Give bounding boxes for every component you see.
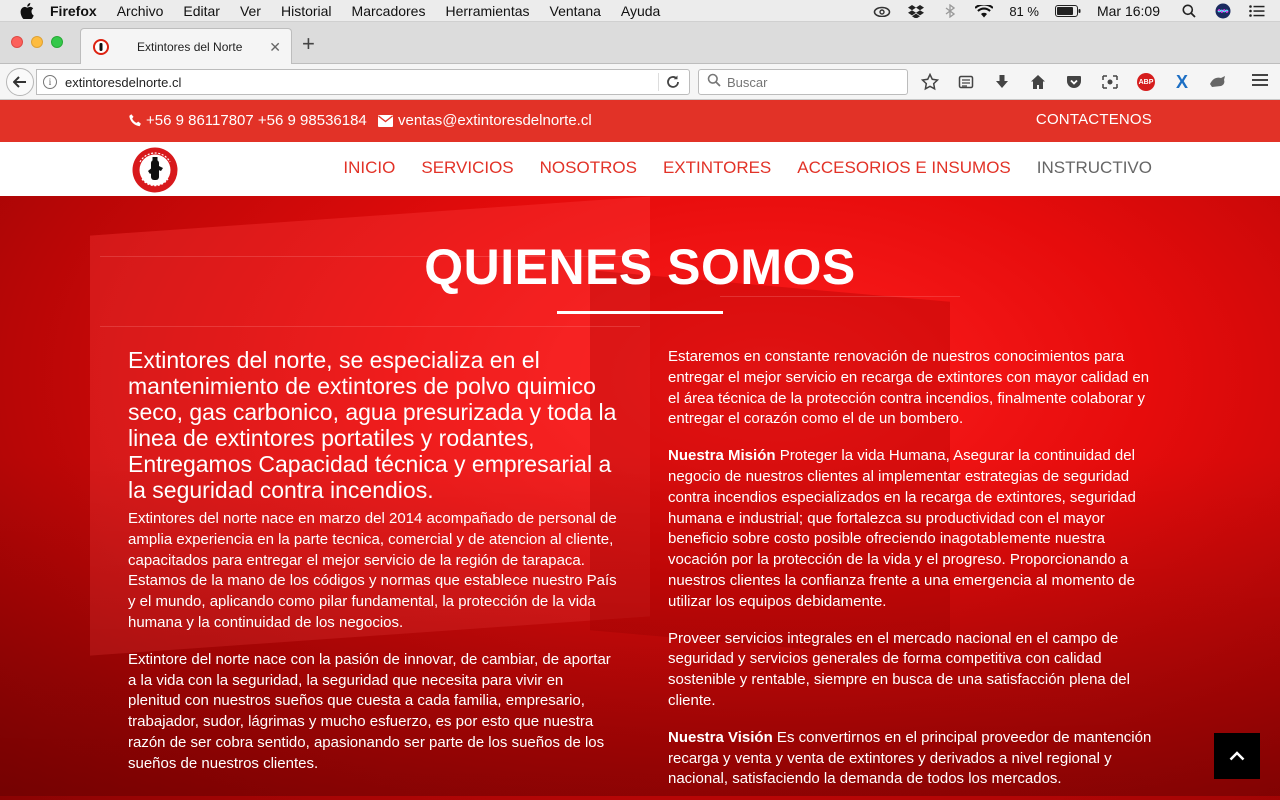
macos-menu-bar: Firefox Archivo Editar Ver Historial Mar… bbox=[0, 0, 1280, 22]
email-contact[interactable]: ventas@extintoresdelnorte.cl bbox=[378, 112, 592, 129]
url-text[interactable]: extintoresdelnorte.cl bbox=[65, 75, 181, 90]
download-icon[interactable] bbox=[990, 70, 1014, 94]
title-underline bbox=[557, 311, 723, 314]
spotlight-icon[interactable] bbox=[1180, 4, 1198, 18]
url-bar-divider bbox=[658, 73, 659, 91]
nav-nosotros[interactable]: NOSOTROS bbox=[540, 158, 637, 178]
tab-title: Extintores del Norte bbox=[137, 39, 243, 54]
renovation-paragraph: Estaremos en constante renovación de nue… bbox=[668, 348, 1150, 428]
phone-numbers: +56 9 86117807 +56 9 98536184 bbox=[146, 112, 367, 129]
search-bar[interactable] bbox=[698, 69, 908, 95]
back-arrow-icon[interactable] bbox=[6, 68, 34, 96]
url-bar[interactable]: i extintoresdelnorte.cl bbox=[36, 69, 690, 95]
apple-icon[interactable] bbox=[18, 2, 36, 20]
section-title: QUIENES SOMOS bbox=[424, 239, 856, 295]
mision-label: Nuestra Misión bbox=[668, 447, 776, 465]
contact-bar: +56 9 86117807 +56 9 98536184 ventas@ext… bbox=[0, 100, 1280, 142]
site-navigation: INICIO SERVICIOS NOSOTROS EXTINTORES ACC… bbox=[0, 142, 1280, 196]
background-line bbox=[100, 326, 640, 327]
quienes-somos-section: QUIENES SOMOS Extintores del norte, se e… bbox=[0, 196, 1280, 800]
left-column: Extintores del norte, se especializa en … bbox=[128, 347, 618, 791]
menu-ventana[interactable]: Ventana bbox=[550, 3, 601, 19]
nav-servicios[interactable]: SERVICIOS bbox=[421, 158, 513, 178]
passion-paragraph: Extintore del norte nace con la pasión d… bbox=[128, 650, 611, 772]
window-close-button[interactable] bbox=[11, 36, 23, 48]
tab-favicon-icon bbox=[93, 38, 109, 55]
x-extension-icon[interactable]: X bbox=[1170, 70, 1194, 94]
email-address: ventas@extintoresdelnorte.cl bbox=[398, 112, 592, 129]
bookmark-star-icon[interactable] bbox=[918, 70, 942, 94]
siri-icon[interactable] bbox=[1214, 3, 1232, 19]
background-line bbox=[720, 296, 960, 297]
menu-historial[interactable]: Historial bbox=[281, 3, 332, 19]
vision-label: Nuestra Visión bbox=[668, 728, 773, 746]
menu-marcadores[interactable]: Marcadores bbox=[352, 3, 426, 19]
nav-extintores[interactable]: EXTINTORES bbox=[663, 158, 771, 178]
services-paragraph: Proveer servicios integrales en el merca… bbox=[668, 629, 1130, 709]
adblock-icon[interactable]: ABP bbox=[1134, 70, 1158, 94]
lead-paragraph: Extintores del norte, se especializa en … bbox=[128, 347, 617, 503]
nav-inicio[interactable]: INICIO bbox=[343, 158, 395, 178]
home-icon[interactable] bbox=[1026, 70, 1050, 94]
search-icon bbox=[707, 73, 721, 92]
new-tab-button[interactable]: + bbox=[302, 33, 315, 55]
mail-icon bbox=[378, 114, 393, 127]
clock[interactable]: Mar 16:09 bbox=[1097, 3, 1160, 19]
main-menu: INICIO SERVICIOS NOSOTROS EXTINTORES ACC… bbox=[317, 158, 1152, 178]
menu-editar[interactable]: Editar bbox=[183, 3, 220, 19]
dropbox-icon[interactable] bbox=[907, 4, 925, 18]
menu-herramientas[interactable]: Herramientas bbox=[445, 3, 529, 19]
mision-text: Proteger la vida Humana, Asegurar la con… bbox=[668, 447, 1136, 610]
logo-icon[interactable] bbox=[131, 146, 179, 194]
search-input[interactable] bbox=[727, 74, 897, 90]
vision-paragraph: Nuestra Visión Es convertirnos en el pri… bbox=[668, 728, 1154, 790]
wifi-icon[interactable] bbox=[975, 4, 994, 18]
browser-tab[interactable]: Extintores del Norte ✕ bbox=[80, 28, 292, 64]
bluetooth-icon[interactable] bbox=[941, 4, 959, 18]
creative-cloud-icon[interactable] bbox=[873, 4, 891, 18]
mision-paragraph: Nuestra Misión Proteger la vida Humana, … bbox=[668, 446, 1154, 612]
tab-close-icon[interactable]: ✕ bbox=[269, 39, 281, 56]
chevron-up-icon bbox=[1229, 751, 1245, 761]
reading-list-icon[interactable] bbox=[954, 70, 978, 94]
status-menus: 81 % Mar 16:09 bbox=[873, 0, 1280, 22]
window-minimize-button[interactable] bbox=[31, 36, 43, 48]
nav-instructivo[interactable]: INSTRUCTIVO bbox=[1037, 158, 1152, 178]
phone-contact[interactable]: +56 9 86117807 +56 9 98536184 bbox=[128, 112, 367, 129]
contactenos-link[interactable]: CONTACTENOS bbox=[1036, 111, 1152, 128]
menu-archivo[interactable]: Archivo bbox=[117, 3, 164, 19]
info-icon[interactable]: i bbox=[43, 75, 57, 89]
menu-app-firefox[interactable]: Firefox bbox=[50, 3, 97, 19]
browser-tab-bar: Extintores del Norte ✕ + bbox=[0, 22, 1280, 64]
phone-icon bbox=[128, 113, 143, 128]
menu-ver[interactable]: Ver bbox=[240, 3, 261, 19]
scroll-to-top-button[interactable] bbox=[1214, 733, 1260, 779]
battery-icon[interactable] bbox=[1054, 4, 1081, 18]
screenshot-icon[interactable] bbox=[1098, 70, 1122, 94]
adblock-badge: ABP bbox=[1137, 73, 1155, 91]
history-paragraph: Extintores del norte nace en marzo del 2… bbox=[128, 510, 617, 631]
notification-center-icon[interactable] bbox=[1248, 4, 1266, 18]
right-column: Estaremos en constante renovación de nue… bbox=[668, 347, 1154, 800]
reload-icon[interactable] bbox=[665, 74, 681, 95]
menu-ayuda[interactable]: Ayuda bbox=[621, 3, 660, 19]
toolbar-icons: ABP X bbox=[918, 70, 1242, 94]
battery-percentage: 81 % bbox=[1009, 3, 1039, 19]
pocket-icon[interactable] bbox=[1062, 70, 1086, 94]
nav-accesorios-insumos[interactable]: ACCESORIOS E INSUMOS bbox=[797, 158, 1010, 178]
extension-icon[interactable] bbox=[1206, 70, 1230, 94]
browser-toolbar: i extintoresdelnorte.cl ABP X bbox=[0, 64, 1280, 100]
window-zoom-button[interactable] bbox=[51, 36, 63, 48]
hamburger-menu-icon[interactable] bbox=[1252, 74, 1268, 89]
